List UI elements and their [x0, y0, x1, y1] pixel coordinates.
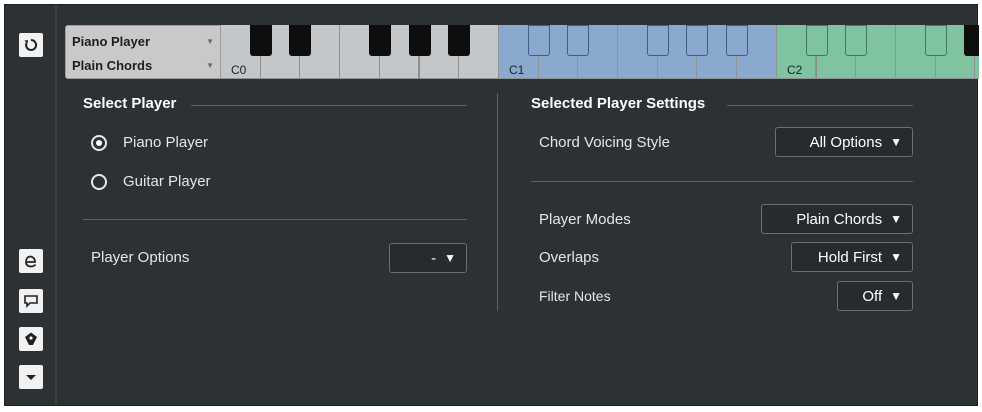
key-label-c2: C2: [787, 63, 803, 77]
black-key[interactable]: [527, 25, 550, 56]
player-options-value: -: [431, 249, 437, 267]
chevron-down-icon: ▼: [890, 135, 902, 149]
player-settings-title: Selected Player Settings: [531, 95, 706, 112]
radio-piano-player[interactable]: [91, 135, 107, 151]
black-key[interactable]: [805, 25, 828, 56]
overlaps-value: Hold First: [817, 248, 883, 266]
black-key[interactable]: [726, 25, 749, 56]
key-label-c1: C1: [509, 63, 525, 77]
chord-pads-player-panel: Piano Player ▼ Plain Chords ▼ C0 C1 C2 S…: [4, 4, 979, 406]
reset-icon[interactable]: [19, 33, 43, 57]
mode-name-row[interactable]: Plain Chords ▼: [72, 54, 214, 76]
editor-icon[interactable]: [19, 249, 43, 273]
black-key[interactable]: [289, 25, 312, 56]
left-toolbar: [5, 5, 57, 405]
black-key[interactable]: [567, 25, 590, 56]
overlaps-label: Overlaps: [539, 249, 600, 266]
player-name-row[interactable]: Piano Player ▼: [72, 30, 214, 52]
filter-notes-label: Filter Notes: [539, 288, 611, 304]
comment-icon[interactable]: [19, 289, 43, 313]
black-key[interactable]: [408, 25, 431, 56]
chevron-down-icon: ▼: [890, 250, 902, 264]
black-key[interactable]: [646, 25, 669, 56]
player-modes-value: Plain Chords: [796, 210, 883, 228]
radio-guitar-player[interactable]: [91, 174, 107, 190]
mode-name: Plain Chords: [72, 57, 153, 73]
player-modes-label: Player Modes: [539, 211, 631, 228]
tag-icon[interactable]: [19, 327, 43, 351]
vertical-divider: [497, 93, 498, 311]
black-key[interactable]: [368, 25, 391, 56]
black-key[interactable]: [924, 25, 947, 56]
divider: [531, 181, 913, 182]
chevron-down-icon: ▼: [890, 289, 902, 303]
piano-keyboard[interactable]: C0 C1 C2: [221, 25, 979, 79]
chevron-down-icon: ▼: [206, 36, 214, 46]
chevron-down-icon: ▼: [890, 212, 902, 226]
player-selector[interactable]: Piano Player ▼ Plain Chords ▼: [65, 25, 221, 79]
divider: [191, 105, 467, 106]
filter-notes-value: Off: [862, 287, 883, 305]
black-key[interactable]: [845, 25, 868, 56]
select-player-title: Select Player: [83, 95, 177, 112]
chevron-down-icon: ▼: [444, 251, 456, 265]
black-key[interactable]: [686, 25, 709, 56]
player-options-label: Player Options: [91, 249, 190, 266]
divider: [727, 105, 913, 106]
player-name: Piano Player: [72, 33, 151, 49]
radio-guitar-player-label[interactable]: Guitar Player: [123, 173, 211, 190]
divider: [83, 219, 467, 220]
chord-voicing-dropdown[interactable]: All Options ▼: [775, 127, 913, 157]
black-key[interactable]: [964, 25, 979, 56]
chord-voicing-label: Chord Voicing Style: [539, 134, 670, 151]
player-modes-dropdown[interactable]: Plain Chords ▼: [761, 204, 913, 234]
key-label-c0: C0: [231, 63, 247, 77]
black-key[interactable]: [448, 25, 471, 56]
chord-voicing-value: All Options: [809, 133, 883, 151]
chevron-down-icon: ▼: [206, 60, 214, 70]
black-key[interactable]: [249, 25, 272, 56]
filter-notes-dropdown[interactable]: Off ▼: [837, 281, 913, 311]
player-options-dropdown[interactable]: - ▼: [389, 243, 467, 273]
overlaps-dropdown[interactable]: Hold First ▼: [791, 242, 913, 272]
menu-down-icon[interactable]: [19, 365, 43, 389]
radio-piano-player-label[interactable]: Piano Player: [123, 134, 208, 151]
